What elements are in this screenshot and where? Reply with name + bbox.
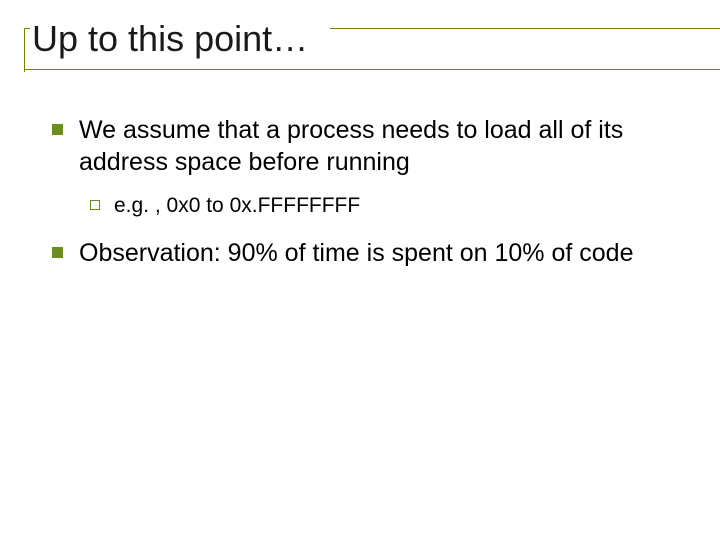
slide-content: We assume that a process needs to load a… bbox=[24, 114, 696, 269]
bullet-square-icon bbox=[52, 247, 63, 258]
bullet-text: Observation: 90% of time is spent on 10%… bbox=[79, 237, 633, 269]
title-area: Up to this point… bbox=[24, 18, 696, 66]
sub-bullet-text: e.g. , 0x0 to 0x.FFFFFFFF bbox=[114, 192, 360, 219]
bullet-item: Observation: 90% of time is spent on 10%… bbox=[52, 237, 676, 269]
title-rule-bottom bbox=[24, 69, 720, 70]
bullet-hollow-icon bbox=[90, 200, 100, 210]
bullet-item: We assume that a process needs to load a… bbox=[52, 114, 676, 178]
slide-title: Up to this point… bbox=[24, 18, 696, 66]
sub-bullet-item: e.g. , 0x0 to 0x.FFFFFFFF bbox=[90, 192, 676, 219]
slide: Up to this point… We assume that a proce… bbox=[0, 0, 720, 540]
bullet-text: We assume that a process needs to load a… bbox=[79, 114, 676, 178]
bullet-square-icon bbox=[52, 124, 63, 135]
